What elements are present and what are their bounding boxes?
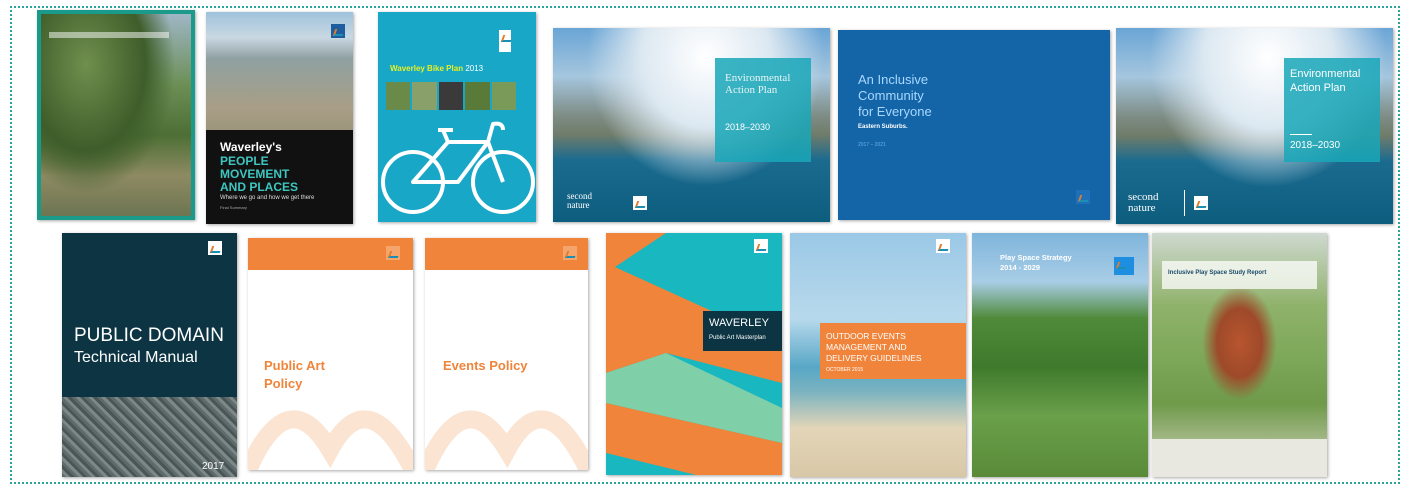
bike-plan-title: Waverley Bike Plan bbox=[390, 64, 464, 73]
waverley-logo-icon bbox=[499, 30, 511, 52]
eap-years: 2018–2030 bbox=[725, 122, 771, 132]
cover-title-line2: PEOPLE bbox=[220, 154, 269, 168]
waverley-logo-icon bbox=[1194, 196, 1208, 210]
second-nature-logo: second nature bbox=[567, 191, 592, 210]
inclusive-title-line1: An Inclusive bbox=[858, 72, 929, 87]
waverley-logo-icon bbox=[1076, 190, 1090, 204]
cover-note: Final Summary bbox=[220, 205, 247, 210]
ps-title-line1: Play Space Strategy bbox=[1000, 253, 1072, 262]
pap-title-line2: Policy bbox=[264, 376, 303, 391]
eap2-title-line2: Action Plan bbox=[1290, 82, 1346, 94]
pd-title-line2: Technical Manual bbox=[74, 349, 198, 366]
eap-title-panel: Environmental Action Plan 2018–2030 bbox=[715, 58, 811, 162]
eap2-title-line1: Environmental bbox=[1290, 68, 1361, 80]
ips-title: Inclusive Play Space Study Report bbox=[1168, 270, 1267, 276]
waverley-logo-icon bbox=[633, 196, 647, 210]
cover-title-line4: AND PLACES bbox=[220, 180, 299, 194]
logo-separator bbox=[1184, 190, 1185, 216]
ips-footer bbox=[1152, 439, 1327, 477]
arc-decoration bbox=[425, 410, 588, 470]
eap2-divider bbox=[1290, 134, 1312, 135]
cover-subtitle: Where we go and how we get there bbox=[220, 195, 315, 201]
pam-title-panel: WAVERLEY Public Art Masterplan bbox=[703, 311, 782, 351]
waverley-logo-icon bbox=[331, 24, 345, 38]
eap2-title-panel: Environmental Action Plan 2018–2030 bbox=[1284, 58, 1380, 162]
second-nature-logo: second nature bbox=[1128, 191, 1159, 214]
bike-plan-photo-strip bbox=[386, 82, 517, 110]
cover-public-domain-manual[interactable]: PUBLIC DOMAIN Technical Manual 2017 bbox=[62, 233, 237, 477]
waverley-logo-icon bbox=[1114, 257, 1134, 275]
waverley-logo-icon bbox=[754, 239, 768, 253]
ps-title-line2: 2014 - 2029 bbox=[1000, 263, 1041, 272]
bicycle-icon bbox=[381, 121, 535, 214]
bike-plan-year: 2013 bbox=[465, 64, 484, 73]
geometric-pattern bbox=[606, 233, 782, 475]
cover-inclusive-play-space-report[interactable]: Inclusive Play Space Study Report bbox=[1152, 233, 1327, 477]
waverley-logo-icon bbox=[563, 246, 577, 260]
ips-title-panel: Inclusive Play Space Study Report bbox=[1162, 261, 1317, 289]
inclusive-title-line3: for Everyone bbox=[858, 104, 932, 119]
pam-title: WAVERLEY bbox=[709, 317, 769, 329]
pd-year: 2017 bbox=[202, 461, 225, 472]
oe-title-panel: OUTDOOR EVENTS MANAGEMENT AND DELIVERY G… bbox=[820, 323, 966, 379]
cover-environmental-action-plan[interactable]: Environmental Action Plan 2018–2030 seco… bbox=[553, 28, 830, 222]
cover-park-photo[interactable] bbox=[37, 10, 195, 220]
oe-title-line3: DELIVERY GUIDELINES bbox=[826, 353, 922, 363]
cover-bike-plan[interactable]: Waverley Bike Plan 2013 bbox=[378, 12, 536, 222]
cover-outdoor-events[interactable]: OUTDOOR EVENTS MANAGEMENT AND DELIVERY G… bbox=[790, 233, 966, 477]
cover-title-line1: Waverley's bbox=[220, 140, 282, 154]
waverley-logo-icon bbox=[936, 239, 950, 253]
inclusive-years: 2017 – 2021 bbox=[858, 142, 886, 148]
oe-date: OCTOBER 2015 bbox=[826, 367, 864, 373]
eap-title-line2: Action Plan bbox=[725, 84, 778, 96]
arc-decoration bbox=[248, 410, 413, 470]
cover-park-header bbox=[49, 32, 169, 38]
cover-events-policy[interactable]: Events Policy bbox=[425, 238, 588, 470]
pap-title-line1: Public Art bbox=[264, 358, 325, 373]
pd-title-line1: PUBLIC DOMAIN bbox=[74, 325, 224, 346]
cover-title-line3: MOVEMENT bbox=[220, 167, 290, 181]
cover-people-movement-places[interactable]: Waverley's PEOPLE MOVEMENT AND PLACES Wh… bbox=[206, 12, 353, 224]
cover-inclusive-community[interactable]: An Inclusive Community for Everyone East… bbox=[838, 30, 1110, 220]
cover-play-space-strategy[interactable]: Play Space Strategy 2014 - 2029 bbox=[972, 233, 1148, 477]
inclusive-subtitle: Eastern Suburbs. bbox=[858, 124, 908, 130]
cover-public-art-masterplan[interactable]: WAVERLEY Public Art Masterplan bbox=[606, 233, 782, 475]
cover-title-panel: Waverley's PEOPLE MOVEMENT AND PLACES Wh… bbox=[206, 130, 353, 224]
cover-public-art-policy[interactable]: Public Art Policy bbox=[248, 238, 413, 470]
ep-title: Events Policy bbox=[443, 358, 528, 373]
waverley-logo-icon bbox=[386, 246, 400, 260]
pam-subtitle: Public Art Masterplan bbox=[709, 335, 766, 341]
waverley-logo-icon bbox=[208, 241, 222, 255]
eap-title-line1: Environmental bbox=[725, 72, 791, 84]
inclusive-title-line2: Community bbox=[858, 88, 924, 103]
oe-title-line2: MANAGEMENT AND bbox=[826, 342, 907, 352]
bike-plan-title-row: Waverley Bike Plan 2013 bbox=[390, 64, 483, 73]
eap2-years: 2018–2030 bbox=[1290, 140, 1341, 151]
oe-title-line1: OUTDOOR EVENTS bbox=[826, 331, 906, 341]
cover-environmental-action-plan-2[interactable]: Environmental Action Plan 2018–2030 seco… bbox=[1116, 28, 1393, 224]
